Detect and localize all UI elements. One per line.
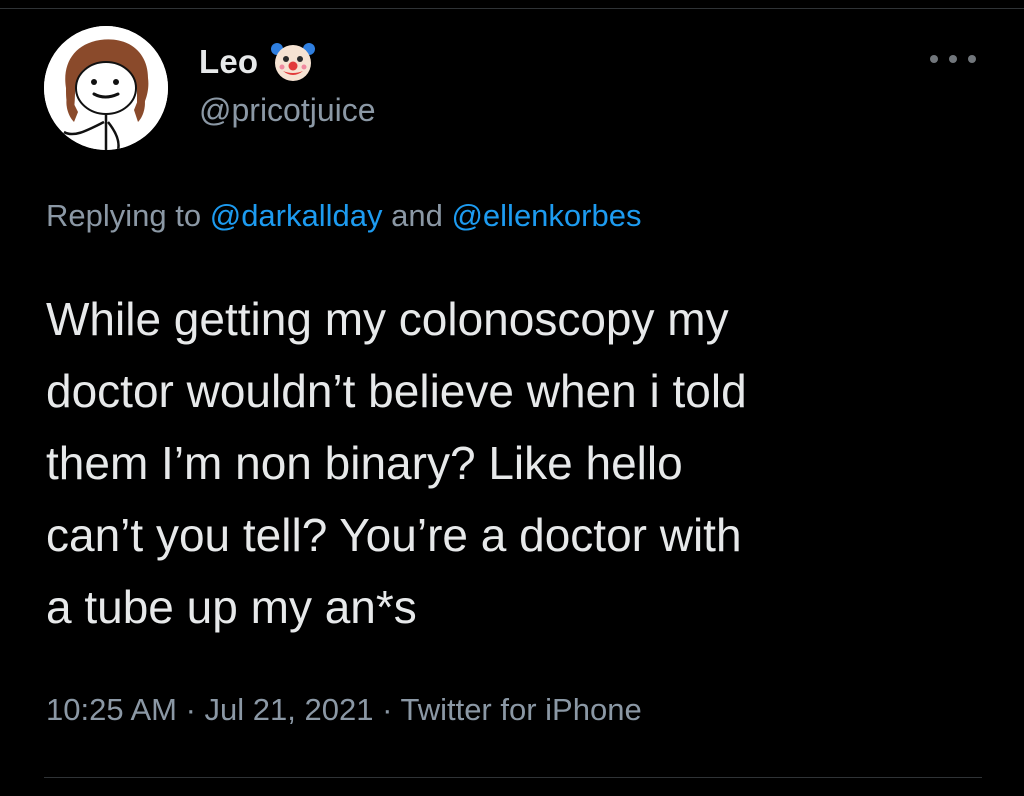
author-row: Leo [199,38,316,86]
clown-face-icon [271,43,316,81]
replying-prefix: Replying to [46,198,210,233]
dot-icon [968,55,976,63]
replying-to: Replying to @darkallday and @ellenkorbes [46,198,641,234]
stick-figure-avatar-icon [44,26,168,150]
dot-icon [930,55,938,63]
bottom-divider [44,777,982,778]
tweet-text: While getting my colonoscopy my doctor w… [46,293,747,633]
top-divider [0,8,1024,9]
tweet-time[interactable]: 10:25 AM [46,692,177,727]
more-options-icon[interactable] [930,48,976,70]
tweet-source[interactable]: Twitter for iPhone [400,692,641,727]
meta-separator: · [176,692,205,727]
mention-link-ellenkorbes[interactable]: @ellenkorbes [451,198,641,233]
meta-separator: · [373,692,401,727]
user-handle[interactable]: @pricotjuice [199,92,376,129]
tweet-date[interactable]: Jul 21, 2021 [205,692,374,727]
avatar[interactable] [44,26,168,150]
display-name[interactable]: Leo [199,43,258,81]
tweet-meta: 10:25 AM · Jul 21, 2021 · Twitter for iP… [46,692,642,728]
dot-icon [949,55,957,63]
mention-link-darkallday[interactable]: @darkallday [210,198,383,233]
replying-joiner: and [382,198,452,233]
